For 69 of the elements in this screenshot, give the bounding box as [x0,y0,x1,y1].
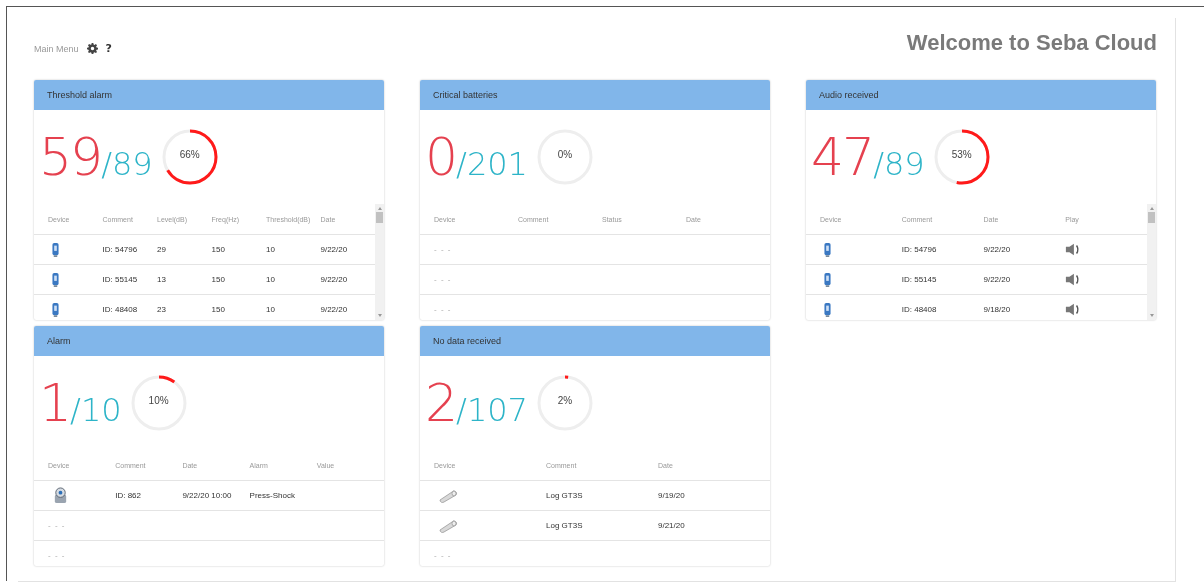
table-cell-text: 9/22/20 [983,245,1012,254]
empty-row-marker: - - - [434,551,453,560]
table-cell-text: 9/22/20 [320,275,349,284]
table-cell-text: ID: 862 [115,491,142,500]
table-cell-text: 9/22/20 [320,245,349,254]
table-cell-text: Log GT3S [546,521,584,530]
table-cell-text: 9/21/20 [658,521,686,530]
empty-row-marker: - - - [434,275,453,284]
table-cell-text: 10 [266,305,276,314]
total-count: /10 [70,394,122,426]
alarm-count: 1 [39,377,71,429]
table-cell-text: ID: 54796 [102,245,139,254]
help-link[interactable]: ? [105,42,112,55]
sensor-icon [824,242,831,257]
percent-label: 2% [556,395,574,406]
speaker-icon[interactable] [1065,243,1082,256]
total-count: /201 [456,148,528,180]
card-header: Critical batteries [420,80,770,110]
speaker-icon[interactable] [1065,273,1082,286]
alarm-count: 2 [425,377,457,429]
table-cell-text: ID: 48408 [901,305,938,314]
table-cell-text: 9/22/20 [320,305,349,314]
table-cell-text: Log GT3S [546,491,584,500]
card-header: Audio received [806,80,1156,110]
sensor-icon [824,302,831,317]
table-cell-text: 13 [157,275,167,284]
cylinder-icon [438,518,458,533]
table-cell-text: 9/22/20 10:00 [182,491,233,500]
table-cell-text: ID: 55145 [901,275,938,284]
empty-row-marker: - - - [434,245,453,254]
sensor-icon [52,302,59,317]
table-cell-text: ID: 54796 [901,245,938,254]
page-title: Welcome to Seba Cloud [906,30,1157,56]
table-cell-text: ID: 55145 [102,275,139,284]
alarm-count: 47 [811,131,874,183]
table-cell-text: 9/18/20 [983,305,1012,314]
percent-label: 66% [178,149,201,160]
table-cell-text: 9/19/20 [658,491,686,500]
alarm-count: 59 [39,131,102,183]
card-header: Threshold alarm [34,80,384,110]
table-cell-text: 23 [157,305,167,314]
empty-row-marker: - - - [48,551,67,560]
percent-label: 0% [556,149,574,160]
table-cell-text: ID: 48408 [102,305,139,314]
speaker-icon[interactable] [1065,303,1082,316]
empty-row-marker: - - - [434,305,453,314]
table-cell-text: 150 [211,245,226,254]
cylinder-icon [438,488,458,503]
percent-label: 10% [147,395,170,406]
empty-row-marker: - - - [48,521,67,530]
sensor-icon [52,272,59,287]
total-count: /89 [873,148,925,180]
total-count: /107 [456,394,528,426]
table-cell-text: 150 [211,275,226,284]
sensor-icon [824,272,831,287]
card-header: No data received [420,326,770,356]
gauge-icon [52,487,69,504]
alarm-count: 0 [425,131,457,183]
table-cell-text: 9/22/20 [983,275,1012,284]
table-cell-text: 29 [157,245,167,254]
table-cell-text: 10 [266,275,276,284]
table-cell-text: 150 [211,305,226,314]
sensor-icon [52,242,59,257]
settings-icon[interactable] [86,43,98,54]
card-header: Alarm [34,326,384,356]
total-count: /89 [101,148,153,180]
percent-label: 53% [950,149,973,160]
table-cell-text: Press-Shock [249,491,296,500]
table-cell-text: 10 [266,245,276,254]
